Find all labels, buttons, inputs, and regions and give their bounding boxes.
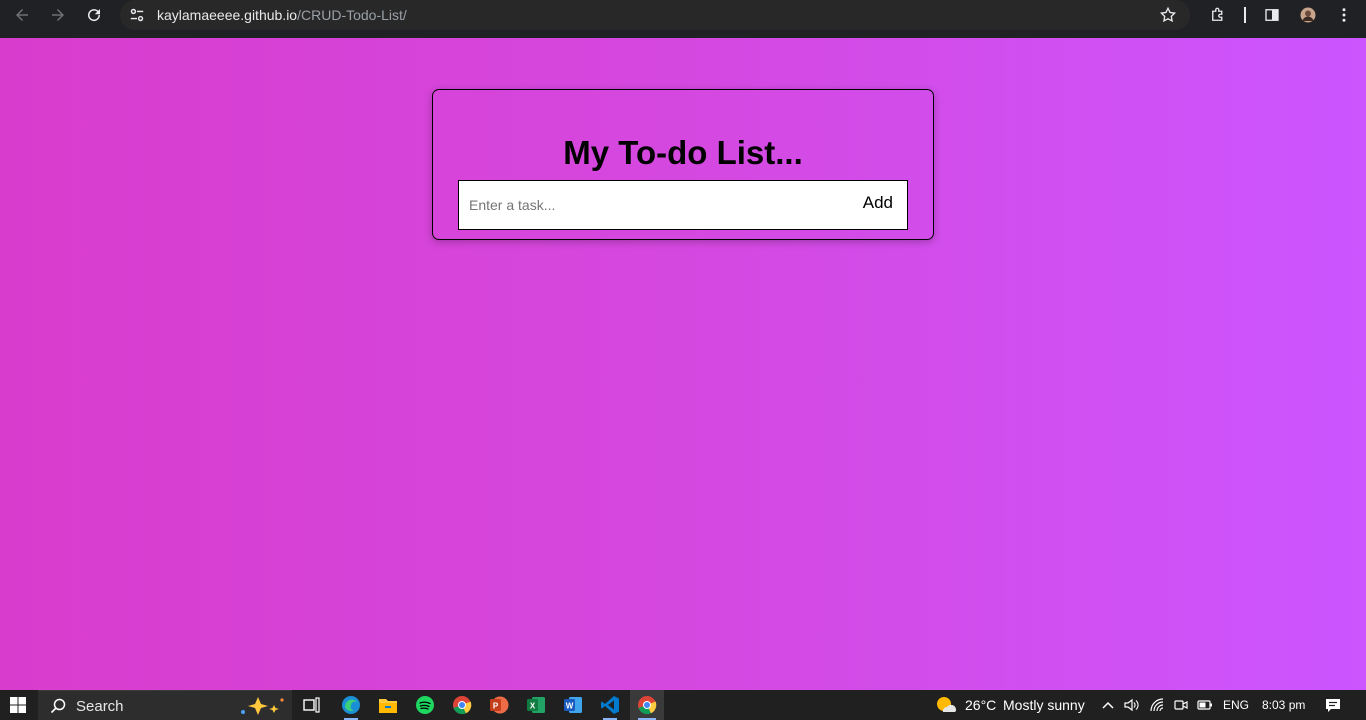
svg-text:X: X [530,702,536,711]
volume-button[interactable] [1122,690,1142,720]
chevron-up-icon [1102,701,1114,709]
battery-indicator[interactable] [1195,690,1215,720]
svg-text:P: P [493,702,499,711]
menu-button[interactable] [1332,3,1356,27]
taskbar-app-chrome-active[interactable] [630,690,664,720]
side-panel-icon [1265,9,1279,21]
camera-icon [1174,700,1188,710]
taskbar-app-spotify[interactable] [408,690,442,720]
star-icon [1159,6,1177,23]
add-button[interactable]: Add [863,193,893,213]
arrow-left-icon [16,9,28,21]
wifi-icon [1150,698,1164,712]
url-host: kaylamaeeee.github.io [157,7,298,23]
chrome-icon [453,696,472,715]
taskbar-app-edge[interactable] [334,690,368,720]
search-highlight-icon [241,697,284,715]
task-view-icon [303,697,320,713]
word-icon: W [564,697,582,713]
profile-avatar[interactable] [1296,3,1320,27]
taskbar-search[interactable]: Search [38,690,292,720]
taskbar: Search P X W 26°C Mostly sunny ENG 8:03 … [0,690,1366,720]
browser-toolbar: kaylamaeeee.github.io/CRUD-Todo-List/ [0,0,1366,38]
site-settings-icon[interactable] [128,6,146,24]
vscode-icon [601,696,619,714]
search-icon [50,698,66,714]
language-indicator[interactable]: ENG [1223,698,1249,712]
todo-card: My To-do List... Add [432,89,934,240]
reload-icon [88,9,101,22]
weather-temperature[interactable]: 26°C [965,697,996,713]
taskbar-app-word[interactable]: W [556,690,590,720]
extensions-button[interactable] [1206,3,1230,27]
tray-overflow-button[interactable] [1098,690,1118,720]
page-title: My To-do List... [563,134,803,171]
weather-widget[interactable] [934,690,958,720]
search-label: Search [76,698,124,715]
more-vert-icon [1342,8,1346,22]
bookmark-button[interactable] [1156,3,1180,27]
excel-icon: X [527,697,545,713]
clock-time[interactable]: 8:03 pm [1262,698,1305,712]
toolbar-divider [1244,7,1246,23]
back-button[interactable] [10,3,34,27]
taskbar-app-excel[interactable]: X [519,690,553,720]
windows-logo-icon [10,697,26,713]
start-button[interactable] [0,690,36,720]
side-panel-button[interactable] [1260,3,1284,27]
taskbar-app-chrome[interactable] [445,690,479,720]
powerpoint-icon: P [490,696,509,714]
address-bar[interactable]: kaylamaeeee.github.io/CRUD-Todo-List/ [120,0,1190,30]
puzzle-icon [1212,7,1223,21]
taskbar-app-powerpoint[interactable]: P [482,690,516,720]
edge-icon [342,696,360,714]
forward-button[interactable] [46,3,70,27]
notifications-button[interactable] [1322,690,1344,720]
svg-text:W: W [566,702,574,711]
battery-icon [1197,700,1212,710]
taskbar-app-vscode[interactable] [593,690,627,720]
url-text: kaylamaeeee.github.io/CRUD-Todo-List/ [157,7,407,23]
taskbar-app-file-explorer[interactable] [371,690,405,720]
spotify-icon [416,696,434,714]
chrome-active-icon [638,696,657,715]
camera-privacy-indicator[interactable] [1171,690,1191,720]
notification-icon [1326,699,1340,712]
file-explorer-icon [379,699,397,713]
weather-sun-cloud-icon [937,697,957,712]
avatar-icon [1300,7,1316,23]
speaker-icon [1124,698,1139,712]
network-button[interactable] [1148,690,1168,720]
arrow-right-icon [52,9,64,21]
page-background: My To-do List... Add [0,38,1366,690]
task-input[interactable] [469,195,839,215]
reload-button[interactable] [82,3,106,27]
weather-condition[interactable]: Mostly sunny [1003,697,1085,713]
task-input-row: Add [458,180,908,230]
task-view-button[interactable] [296,690,328,720]
url-path: /CRUD-Todo-List/ [297,7,407,23]
